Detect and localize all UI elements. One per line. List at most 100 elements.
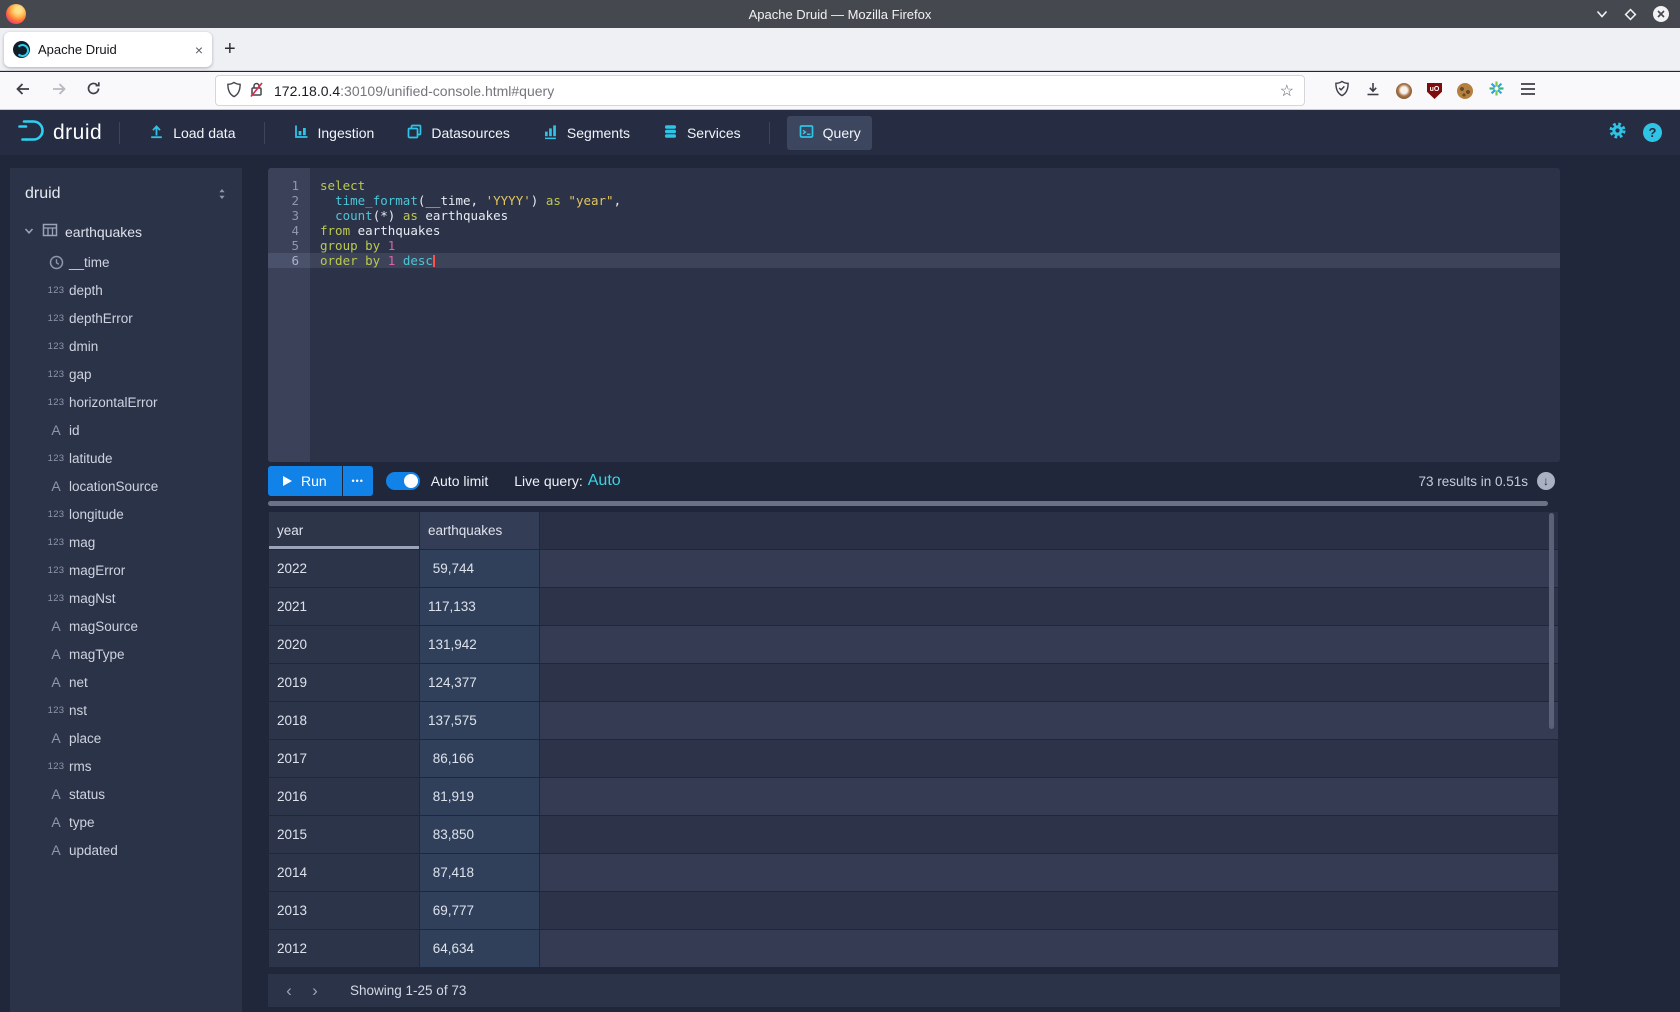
column-place[interactable]: Aplace [10, 724, 242, 752]
string-type-icon: A [43, 786, 69, 802]
vertical-scrollbar[interactable] [1549, 513, 1554, 729]
column-rms[interactable]: 123rms [10, 752, 242, 780]
window-shade-button[interactable] [1595, 9, 1609, 19]
table-row: 2020131,942 [269, 626, 1558, 663]
column-magSource[interactable]: AmagSource [10, 612, 242, 640]
cell-earthquakes: 87,418 [420, 854, 539, 891]
column-horizontalError[interactable]: 123horizontalError [10, 388, 242, 416]
back-button[interactable] [14, 81, 32, 102]
cell-filler [540, 854, 1558, 891]
insecure-padlock-icon[interactable] [249, 81, 264, 101]
cell-earthquakes: 64,634 [420, 930, 539, 967]
line-number: 6 [268, 253, 310, 268]
column-updated[interactable]: Aupdated [10, 836, 242, 864]
code-line-4[interactable]: 4from earthquakes [268, 223, 1560, 238]
string-type-icon: A [43, 674, 69, 690]
help-icon[interactable]: ? [1643, 123, 1662, 142]
cell-filler [540, 664, 1558, 701]
nav-item-datasources[interactable]: Datasources [395, 116, 521, 150]
nav-item-services[interactable]: Services [651, 116, 752, 150]
table-row: 201681,919 [269, 778, 1558, 815]
column-net[interactable]: Anet [10, 668, 242, 696]
string-type-icon: A [43, 730, 69, 746]
code-line-3[interactable]: 3 count(*) as earthquakes [268, 208, 1560, 223]
table-icon [42, 222, 58, 241]
column-magType[interactable]: AmagType [10, 640, 242, 668]
cell-year: 2020 [269, 626, 419, 663]
column-locationSource[interactable]: AlocationSource [10, 472, 242, 500]
new-tab-button[interactable]: + [224, 36, 236, 62]
forward-button[interactable] [50, 81, 68, 102]
line-number: 5 [268, 238, 310, 253]
browser-tab[interactable]: Apache Druid × [4, 32, 212, 67]
window-titlebar: Apache Druid — Mozilla Firefox [0, 0, 1680, 28]
line-number: 3 [268, 208, 310, 223]
tracking-protection-shield-icon[interactable] [226, 81, 242, 101]
column-magError[interactable]: 123magError [10, 556, 242, 584]
live-query-value[interactable]: Auto [588, 472, 621, 490]
cell-earthquakes: 117,133 [420, 588, 539, 625]
column-depthError[interactable]: 123depthError [10, 304, 242, 332]
number-type-icon: 123 [43, 761, 69, 772]
next-page-button[interactable]: › [302, 981, 328, 1001]
extension-badger-icon[interactable] [1396, 83, 1412, 99]
column-__time[interactable]: __time [10, 248, 242, 276]
code-line-2[interactable]: 2 time_format(__time, 'YYYY') as "year", [268, 193, 1560, 208]
downloads-icon[interactable] [1365, 81, 1381, 102]
number-type-icon: 123 [43, 593, 69, 604]
hamburger-menu-icon[interactable] [1520, 82, 1536, 101]
number-type-icon: 123 [43, 285, 69, 296]
nav-item-query[interactable]: Query [787, 116, 872, 150]
url-bar[interactable]: 172.18.0.4:30109/unified-console.html#qu… [215, 75, 1305, 106]
run-more-button[interactable]: ••• [343, 466, 373, 496]
prev-page-button[interactable]: ‹ [276, 981, 302, 1001]
column-header-earthquakes[interactable]: earthquakes [420, 512, 539, 549]
code-line-5[interactable]: 5group by 1 [268, 238, 1560, 253]
cell-year: 2016 [269, 778, 419, 815]
column-type[interactable]: Atype [10, 808, 242, 836]
run-button[interactable]: Run [268, 466, 342, 496]
refresh-button[interactable] [86, 81, 101, 101]
time-type-icon [43, 255, 69, 270]
column-depth[interactable]: 123depth [10, 276, 242, 304]
column-status[interactable]: Astatus [10, 780, 242, 808]
code-line-1[interactable]: 1select [268, 178, 1560, 193]
column-longitude[interactable]: 123longitude [10, 500, 242, 528]
tree-item-earthquakes[interactable]: earthquakes [10, 215, 242, 248]
bookmark-star-icon[interactable]: ☆ [1280, 81, 1294, 101]
window-close-button[interactable] [1652, 5, 1670, 23]
druid-logo[interactable]: druid [16, 117, 102, 149]
sort-columns-icon[interactable] [216, 187, 228, 201]
auto-limit-toggle[interactable] [386, 472, 420, 490]
code-line-6[interactable]: 6order by 1 desc [268, 253, 1560, 268]
column-magNst[interactable]: 123magNst [10, 584, 242, 612]
cell-filler [540, 930, 1558, 967]
shield-check-icon[interactable] [1334, 80, 1350, 102]
column-latitude[interactable]: 123latitude [10, 444, 242, 472]
column-gap[interactable]: 123gap [10, 360, 242, 388]
window-maximize-button[interactable] [1624, 8, 1637, 21]
column-id[interactable]: Aid [10, 416, 242, 444]
schema-panel: druid earthquakes __time123depth123depth… [10, 168, 242, 1012]
tab-close-button[interactable]: × [189, 42, 203, 58]
horizontal-scrollbar[interactable] [268, 501, 1548, 506]
extension-pinwheel-icon[interactable] [1488, 80, 1505, 102]
auto-limit-label: Auto limit [431, 473, 489, 489]
screen: Apache Druid — Mozilla Firefox Apache Dr… [0, 0, 1680, 1012]
column-header-year[interactable]: year [269, 512, 419, 549]
url-path: :30109/unified-console.html#query [340, 83, 554, 99]
extension-ublock-icon[interactable]: uO [1427, 83, 1442, 99]
nav-item-ingestion[interactable]: Ingestion [282, 116, 386, 150]
column-mag[interactable]: 123mag [10, 528, 242, 556]
nav-item-load-data[interactable]: Load data [137, 116, 246, 150]
column-dmin[interactable]: 123dmin [10, 332, 242, 360]
column-nst[interactable]: 123nst [10, 696, 242, 724]
settings-gear-icon[interactable] [1608, 121, 1627, 145]
nav-item-segments[interactable]: Segments [531, 116, 641, 150]
extension-cookie-icon[interactable] [1457, 83, 1473, 99]
sql-editor[interactable]: 1select2 time_format(__time, 'YYYY') as … [268, 168, 1560, 462]
results-summary: 73 results in 0.51s [1418, 474, 1528, 489]
number-type-icon: 123 [43, 537, 69, 548]
chevron-down-icon [23, 224, 35, 240]
download-results-icon[interactable]: ↓ [1537, 472, 1555, 490]
